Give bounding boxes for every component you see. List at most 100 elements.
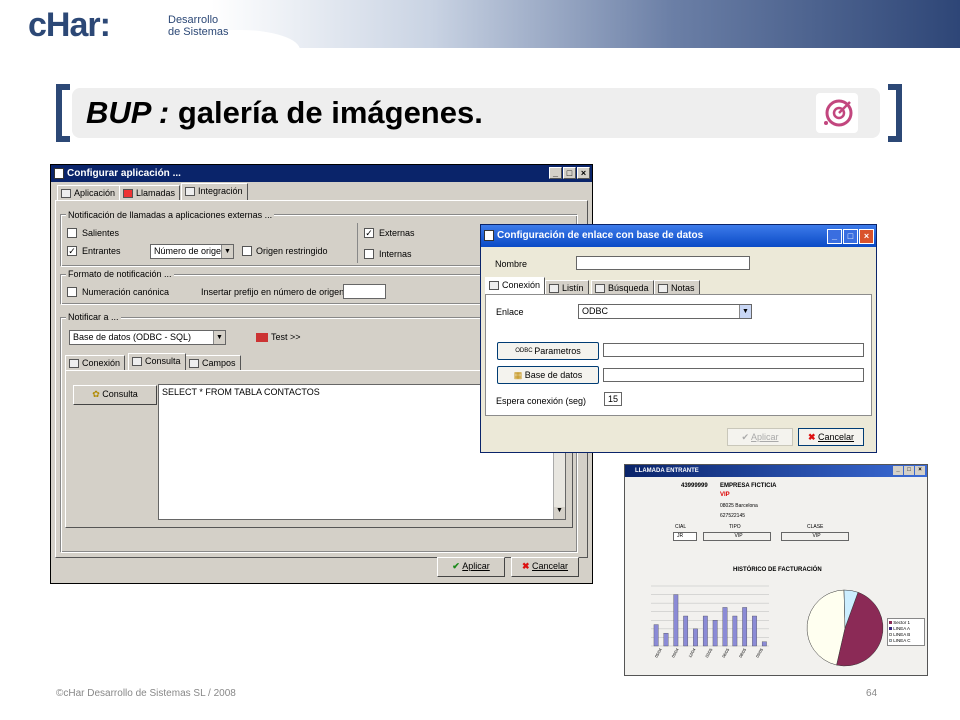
config-window-titlebar[interactable]: Configurar aplicación ... _ □ × [51, 165, 592, 182]
db-tab-conexion[interactable]: Conexión [485, 277, 546, 294]
db-tab-busqueda[interactable]: Búsqueda [591, 280, 654, 295]
parametros-button[interactable]: ODBC Parametros [497, 342, 599, 360]
enlace-label: Enlace [496, 307, 524, 317]
call-window: LLAMADA ENTRANTE _ □ × 43999999 EMPRESA … [624, 464, 928, 676]
bar [673, 594, 679, 647]
bar [722, 607, 728, 647]
tab-aplicacion[interactable]: Aplicación [57, 185, 121, 200]
externas-checkbox[interactable]: ✓ [364, 228, 374, 238]
aplicar-button[interactable]: ✔ Aplicar [437, 557, 505, 577]
prefijo-label: Insertar prefijo en número de origen [201, 287, 345, 297]
nombre-label: Nombre [495, 259, 528, 269]
pie-slice [806, 589, 846, 666]
scroll-down-icon[interactable]: ▼ [554, 507, 565, 519]
salientes-label: Salientes [82, 228, 120, 238]
subtab-conexion[interactable]: Conexión [65, 355, 126, 370]
char-logo-subtitle: Desarrollo de Sistemas [168, 14, 229, 38]
entrantes-checkbox[interactable]: ✓ [67, 246, 77, 256]
internas-label: Internas [379, 249, 412, 259]
right-bracket [888, 84, 902, 142]
numeracion-label: Numeración canónica [82, 287, 170, 297]
numeracion-checkbox[interactable] [67, 287, 77, 297]
bar-chart: 05/04 09/04 12/04 03/05 06/05 08/05 09/05 [651, 585, 769, 659]
chevron-down-icon: ▼ [739, 305, 751, 318]
x-tick-label: 09/04 [670, 647, 680, 659]
caller-phone: 627522145 [720, 513, 746, 519]
chart-title: HISTÓRICO DE FACTURACIÓN [733, 567, 822, 573]
tipo-input[interactable]: VIP [703, 532, 771, 541]
maximize-button[interactable]: □ [904, 466, 914, 475]
enlace-select[interactable]: ODBC ▼ [578, 304, 752, 319]
db-tab-notas[interactable]: Notas [654, 280, 700, 295]
notificar-group-label: Notificar a ... [66, 312, 121, 322]
caller-vip: VIP [720, 492, 730, 498]
tab-llamadas[interactable]: Llamadas [119, 185, 181, 200]
bar [742, 607, 748, 647]
minimize-button[interactable]: _ [893, 466, 903, 475]
integration-icon [185, 187, 195, 196]
prefijo-input[interactable] [343, 284, 386, 299]
subtab-campos[interactable]: Campos [185, 355, 241, 370]
call-window-titlebar[interactable]: LLAMADA ENTRANTE _ □ × [625, 465, 927, 477]
tab-integracion[interactable]: Integración [181, 183, 248, 200]
origen-restringido-checkbox[interactable] [242, 246, 252, 256]
notif-group-label: Notificación de llamadas a aplicaciones … [66, 210, 275, 220]
chevron-down-icon: ▼ [213, 331, 225, 344]
check-icon: ✔ [452, 561, 463, 571]
espera-input[interactable]: 15 [604, 392, 622, 406]
x-tick-label: 12/04 [687, 647, 697, 659]
bar [761, 641, 767, 647]
db-window-titlebar[interactable]: Configuración de enlace con base de dato… [481, 225, 876, 247]
consulta-button[interactable]: ✿ Consulta [73, 385, 157, 405]
minimize-button[interactable]: _ [827, 229, 842, 244]
legend-item: LINEA C [889, 638, 923, 644]
db-cancelar-button[interactable]: ✖ Cancelar [798, 428, 864, 446]
maximize-button[interactable]: □ [563, 167, 576, 179]
title-logo-icon [816, 93, 858, 133]
table-icon [132, 357, 142, 366]
origen-select[interactable]: Número de origen ▼ [150, 244, 234, 259]
gear-icon: ✿ [92, 389, 103, 399]
formato-group-label: Formato de notificación ... [66, 269, 174, 279]
pie-legend: Sector 1 LINEA A LINEA B LINEA C [887, 618, 925, 646]
db-tab-listin[interactable]: Listín [545, 280, 589, 295]
close-button[interactable]: × [915, 466, 925, 475]
check-icon: ✔ [741, 432, 752, 442]
notificar-select[interactable]: Base de datos (ODBC - SQL) ▼ [69, 330, 226, 345]
nombre-input[interactable] [576, 256, 750, 270]
cancel-icon: ✖ [521, 561, 532, 571]
page-number: 64 [866, 688, 878, 699]
x-tick-label: 06/05 [721, 647, 731, 659]
base-datos-input[interactable] [603, 368, 864, 382]
x-tick-label: 08/05 [738, 647, 748, 659]
odbc-icon: ODBC [515, 348, 533, 354]
x-tick-label: 05/04 [654, 647, 664, 659]
subtab-consulta[interactable]: Consulta [128, 353, 186, 370]
bar [732, 615, 738, 647]
base-datos-button[interactable]: ▦ Base de datos [497, 366, 599, 384]
close-button[interactable]: × [577, 167, 590, 179]
db-aplicar-button[interactable]: ✔ Aplicar [727, 428, 793, 446]
bar [693, 628, 698, 647]
window-app-icon [484, 230, 494, 241]
close-button[interactable]: × [859, 229, 874, 244]
application-icon [61, 189, 71, 198]
chevron-down-icon: ▼ [221, 245, 233, 258]
fields-icon [189, 359, 199, 368]
test-link[interactable]: Test >> [256, 332, 301, 343]
clase-input[interactable]: VIP [781, 532, 849, 541]
footer-copyright: ©cHar Desarrollo de Sistemas SL / 2008 [56, 688, 236, 699]
internas-checkbox[interactable] [364, 249, 374, 259]
maximize-button[interactable]: □ [843, 229, 858, 244]
left-bracket [56, 84, 70, 142]
salientes-checkbox[interactable] [67, 228, 77, 238]
origen-restringido-label: Origen restringido [256, 246, 328, 256]
parametros-input[interactable] [603, 343, 864, 357]
cancelar-button[interactable]: ✖ Cancelar [511, 557, 579, 577]
minimize-button[interactable]: _ [549, 167, 562, 179]
bar [653, 624, 659, 647]
bar [663, 632, 669, 647]
divider [357, 223, 358, 263]
bar [683, 615, 689, 647]
cial-input[interactable]: JR [673, 532, 697, 541]
